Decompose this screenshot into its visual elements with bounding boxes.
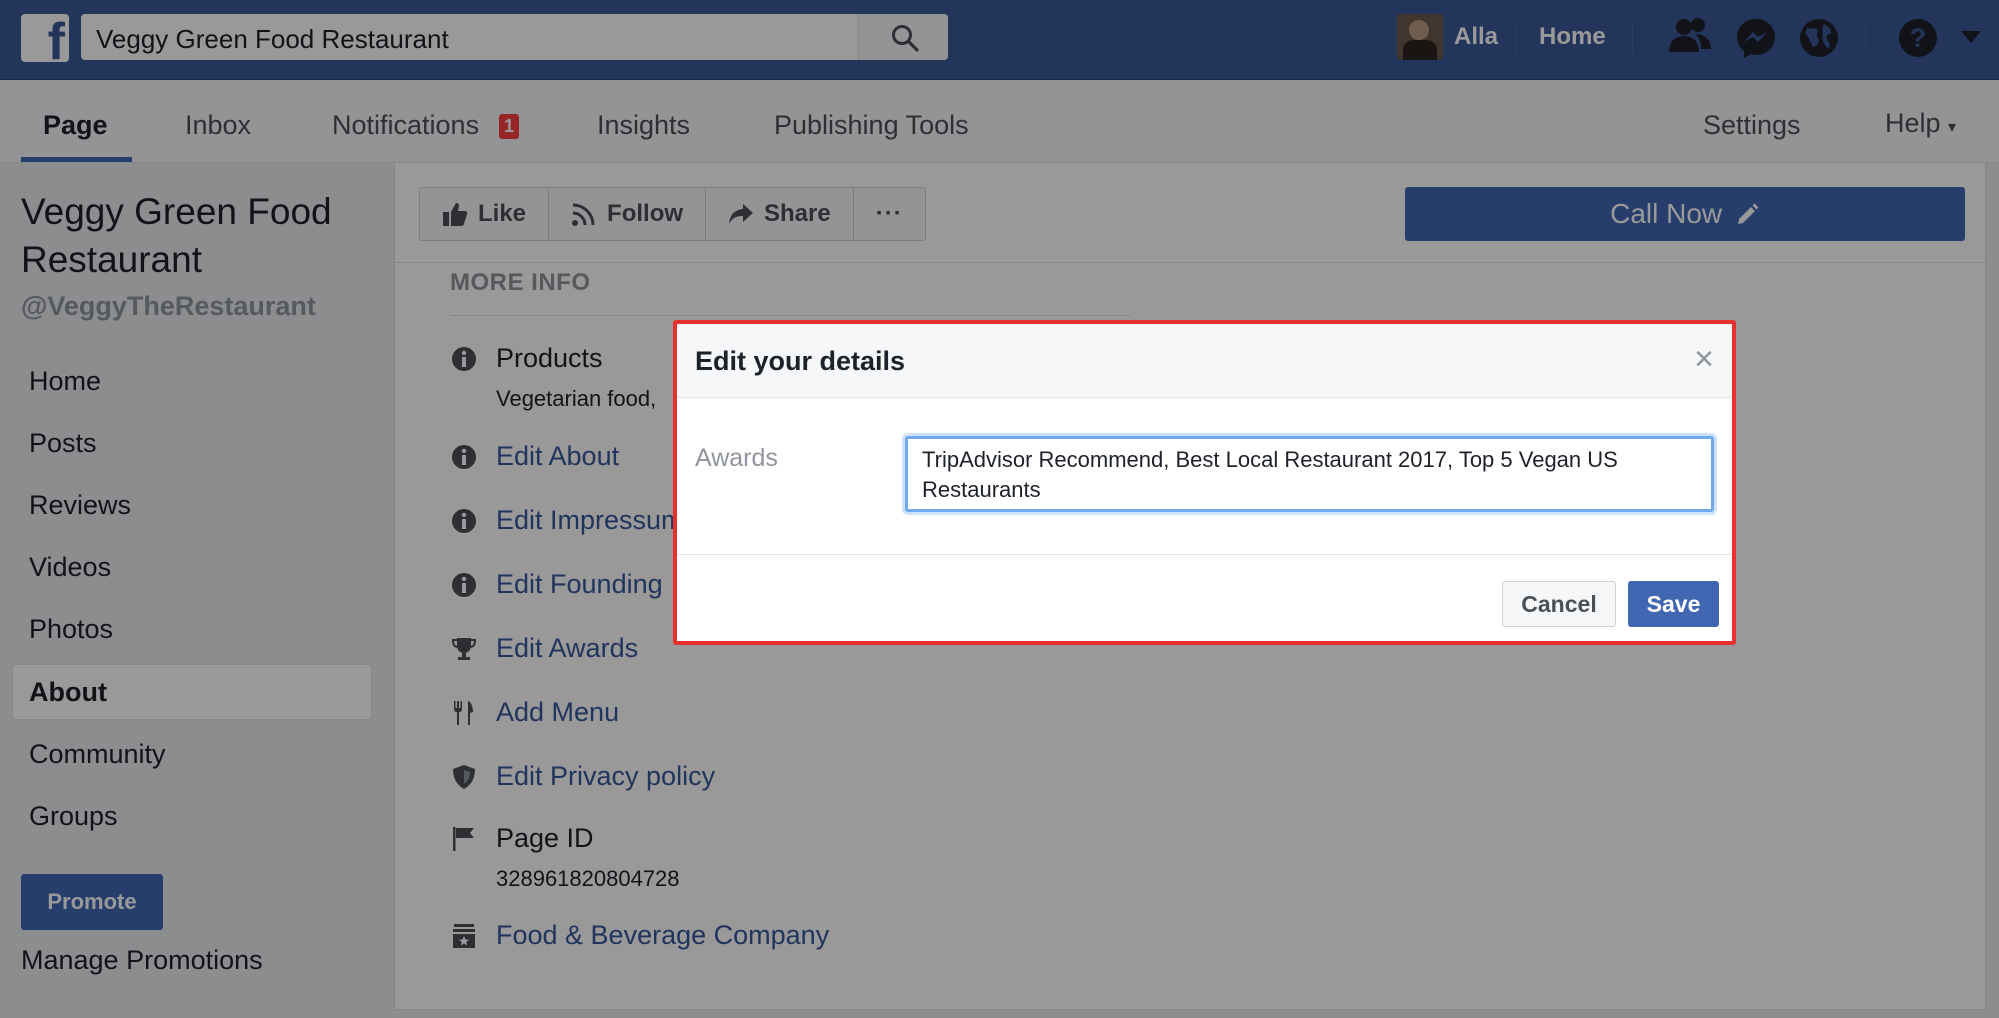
save-button[interactable]: Save xyxy=(1628,581,1719,627)
divider xyxy=(677,554,1732,555)
dialog-title: Edit your details xyxy=(695,346,906,376)
dialog-header: Edit your details × xyxy=(677,324,1732,398)
edit-details-dialog: Edit your details × Awards TripAdvisor R… xyxy=(673,320,1736,645)
cancel-button[interactable]: Cancel xyxy=(1502,581,1616,627)
close-icon[interactable]: × xyxy=(1694,342,1714,376)
awards-input[interactable]: TripAdvisor Recommend, Best Local Restau… xyxy=(905,436,1714,512)
awards-label: Awards xyxy=(695,444,778,472)
